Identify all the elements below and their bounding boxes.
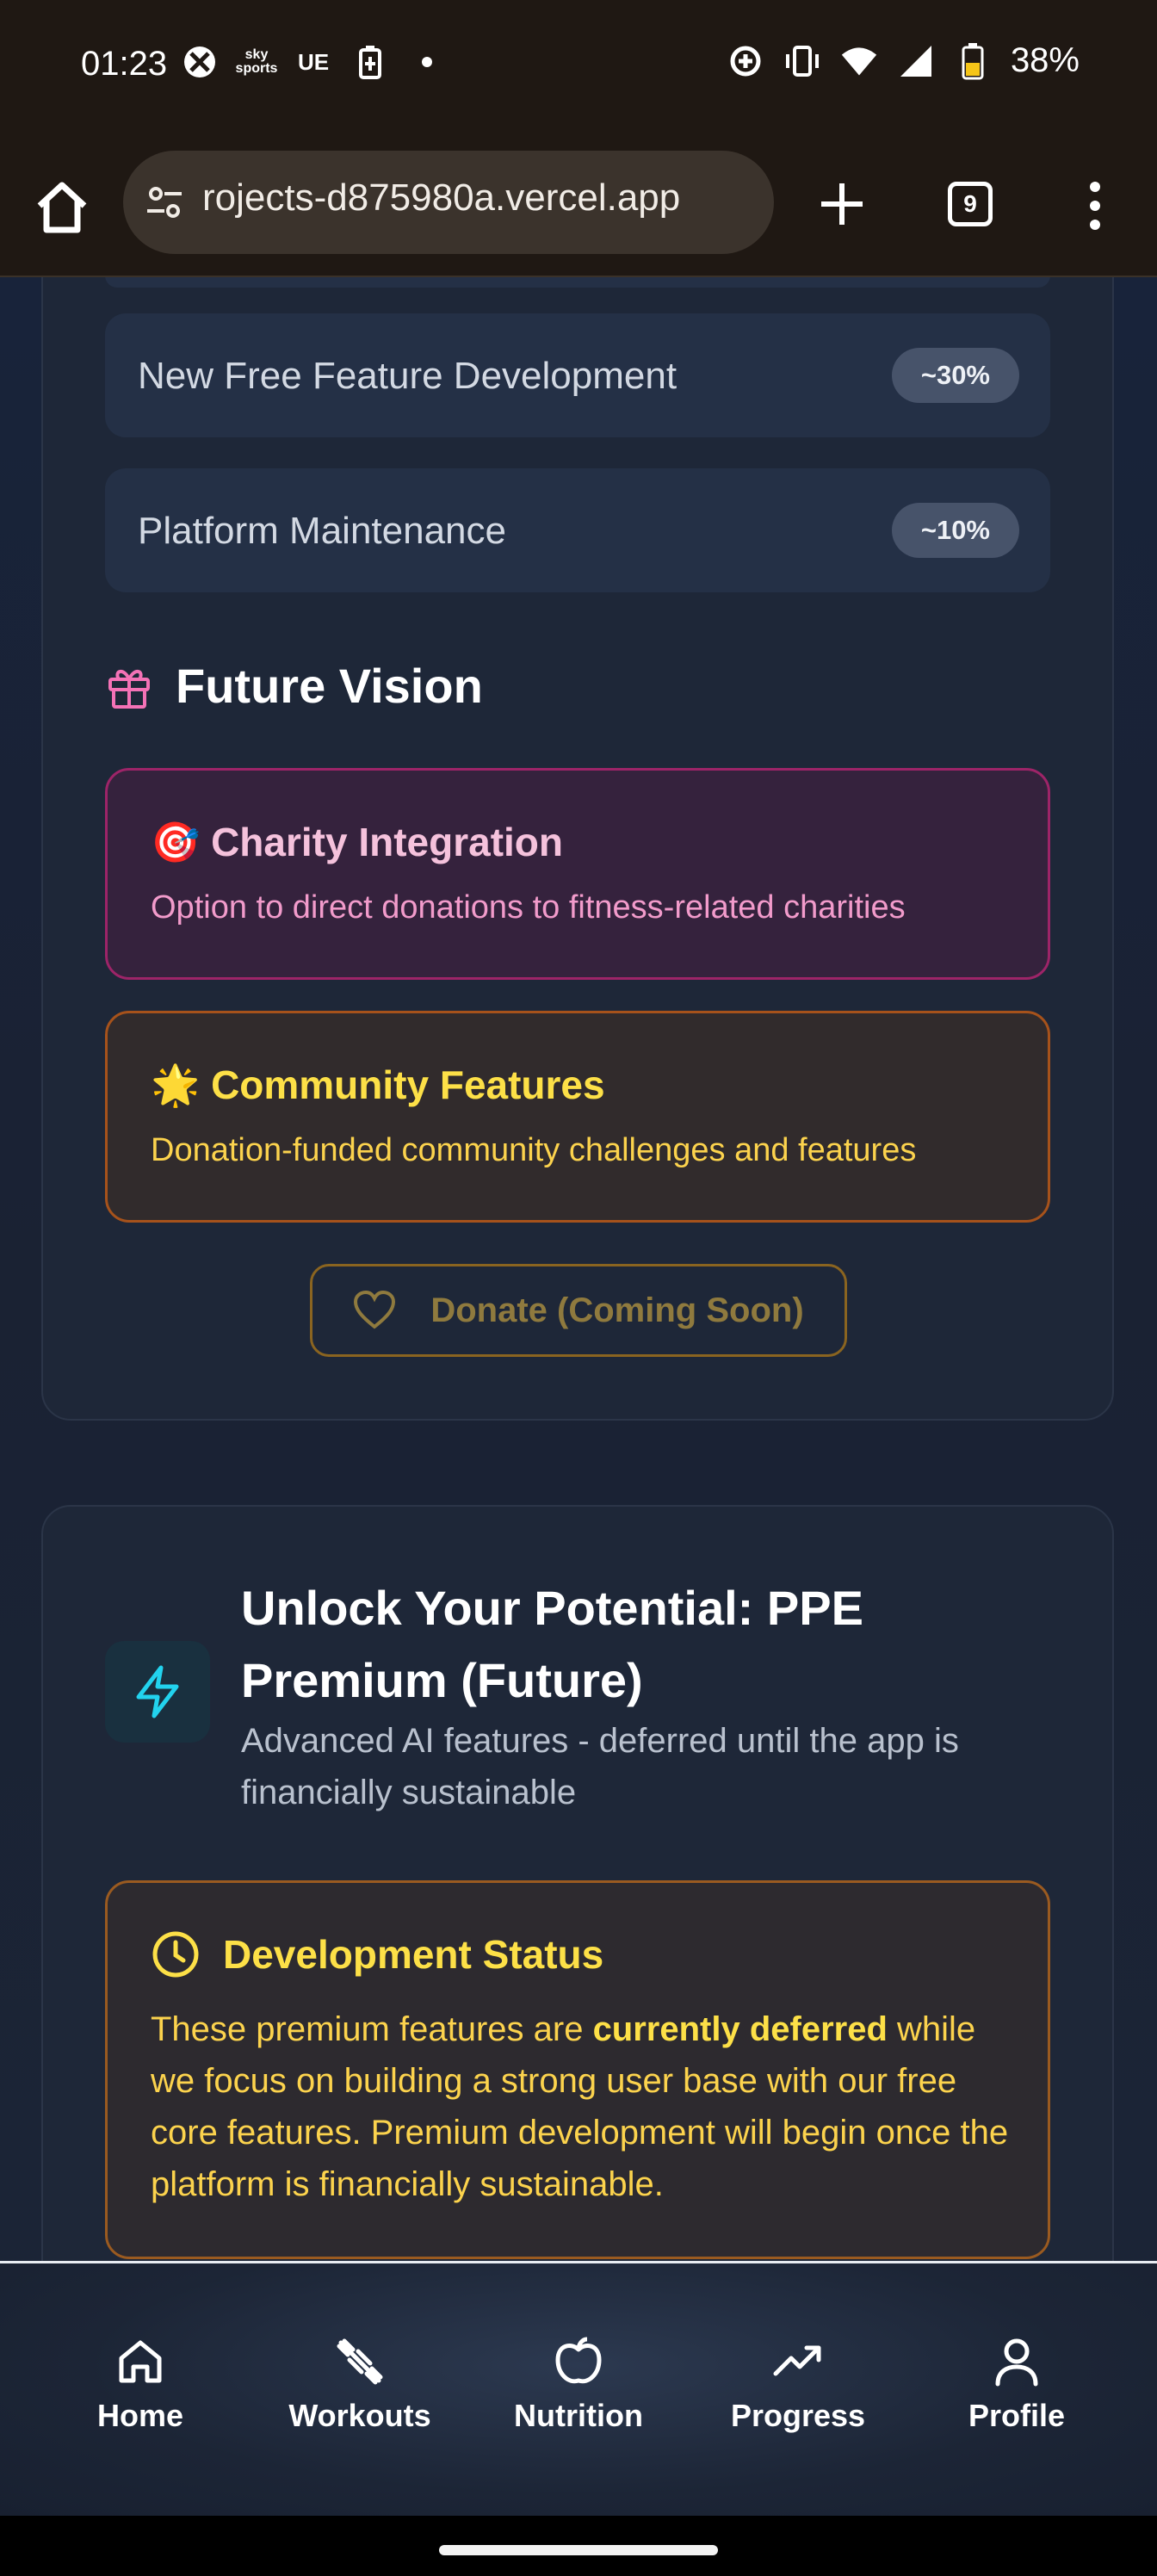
battery-saver-icon xyxy=(351,43,389,81)
donate-button[interactable]: Donate (Coming Soon) xyxy=(310,1264,847,1357)
overflow-menu-icon[interactable] xyxy=(1076,178,1114,233)
site-settings-icon[interactable] xyxy=(144,182,185,223)
development-status-heading: Development Status xyxy=(151,1929,603,1979)
bottom-navigation: Home Workouts Nutrition Progress Profile xyxy=(0,2261,1157,2518)
section-title: Future Vision xyxy=(176,659,483,713)
status-bar: 01:23 sky sports UE 38% xyxy=(0,0,1157,133)
community-features-card: 🌟 Community Features Donation-funded com… xyxy=(105,1011,1050,1223)
vibrate-icon xyxy=(783,42,821,80)
browser-toolbar: rojects-d875980a.vercel.app 9 xyxy=(0,133,1157,277)
apple-icon xyxy=(555,2337,602,2384)
star-icon: 🌟 xyxy=(151,1062,201,1107)
alloc-row-partial xyxy=(105,277,1050,288)
nav-label: Progress xyxy=(730,2398,866,2433)
gift-icon xyxy=(108,669,150,709)
target-icon: 🎯 xyxy=(151,820,201,864)
lightning-icon xyxy=(136,1665,179,1718)
vision-item-desc: Option to direct donations to fitness-re… xyxy=(151,889,906,926)
development-status-title: Development Status xyxy=(223,1932,604,1977)
xbox-icon xyxy=(181,43,219,81)
allocation-label: New Free Feature Development xyxy=(138,355,677,397)
dumbbell-icon xyxy=(337,2338,383,2385)
user-icon xyxy=(995,2338,1038,2387)
system-icons: 38% xyxy=(727,41,1080,80)
url-text[interactable]: rojects-d875980a.vercel.app xyxy=(202,176,680,220)
nav-label: Workouts xyxy=(288,2398,431,2433)
battery-percent: 38% xyxy=(1010,41,1080,79)
wifi-icon xyxy=(840,42,878,80)
notification-icons: sky sports UE xyxy=(181,43,446,81)
allocation-badge: ~10% xyxy=(891,503,1019,558)
development-status-text: These premium features are currently def… xyxy=(151,2010,1009,2203)
nav-profile[interactable]: Profile xyxy=(926,2334,1107,2434)
allocation-label: Platform Maintenance xyxy=(138,510,506,552)
home-icon[interactable] xyxy=(31,176,93,238)
sky-sports-icon: sky sports xyxy=(235,47,278,76)
deferred-emphasis: currently deferred xyxy=(592,2010,888,2048)
development-status-box: Development Status These premium feature… xyxy=(105,1880,1050,2259)
battery-icon xyxy=(954,42,992,80)
heart-icon xyxy=(354,1291,396,1329)
nav-label: Profile xyxy=(968,2398,1066,2433)
address-bar[interactable]: rojects-d875980a.vercel.app xyxy=(123,151,774,254)
home-icon xyxy=(119,2340,162,2383)
vision-item-desc: Donation-funded community challenges and… xyxy=(151,1132,917,1168)
allocation-row: Platform Maintenance ~10% xyxy=(105,468,1050,592)
dot-icon xyxy=(408,43,446,81)
vision-item-title: 🌟 Community Features xyxy=(151,1062,605,1107)
new-tab-icon[interactable] xyxy=(814,176,869,232)
allocation-badge: ~30% xyxy=(891,348,1019,403)
ue-icon: UE xyxy=(297,48,330,75)
future-vision-heading: Future Vision xyxy=(105,658,483,714)
allocation-row: New Free Feature Development ~30% xyxy=(105,313,1050,437)
data-saver-icon xyxy=(727,42,764,80)
nav-label: Home xyxy=(96,2398,184,2433)
nav-home[interactable]: Home xyxy=(50,2334,231,2434)
premium-title: Unlock Your Potential: PPE Premium (Futu… xyxy=(241,1581,863,1707)
vision-item-title: 🎯 Charity Integration xyxy=(151,820,563,864)
status-time: 01:23 xyxy=(81,45,168,83)
trending-up-icon xyxy=(773,2345,821,2376)
nav-progress[interactable]: Progress xyxy=(708,2334,888,2434)
tab-switcher-button[interactable]: 9 xyxy=(948,182,993,226)
premium-subtitle: Advanced AI features - deferred until th… xyxy=(241,1722,959,1811)
nav-label: Nutrition xyxy=(514,2398,643,2433)
nav-nutrition[interactable]: Nutrition xyxy=(488,2334,669,2434)
premium-icon-box xyxy=(105,1641,210,1743)
home-gesture-handle[interactable] xyxy=(439,2545,718,2555)
signal-icon xyxy=(897,42,935,80)
clock-icon xyxy=(152,1931,199,1978)
donate-label: Donate (Coming Soon) xyxy=(430,1291,804,1329)
nav-workouts[interactable]: Workouts xyxy=(269,2334,450,2434)
page-content: New Free Feature Development ~30% Platfo… xyxy=(0,277,1157,2261)
charity-integration-card: 🎯 Charity Integration Option to direct d… xyxy=(105,768,1050,980)
